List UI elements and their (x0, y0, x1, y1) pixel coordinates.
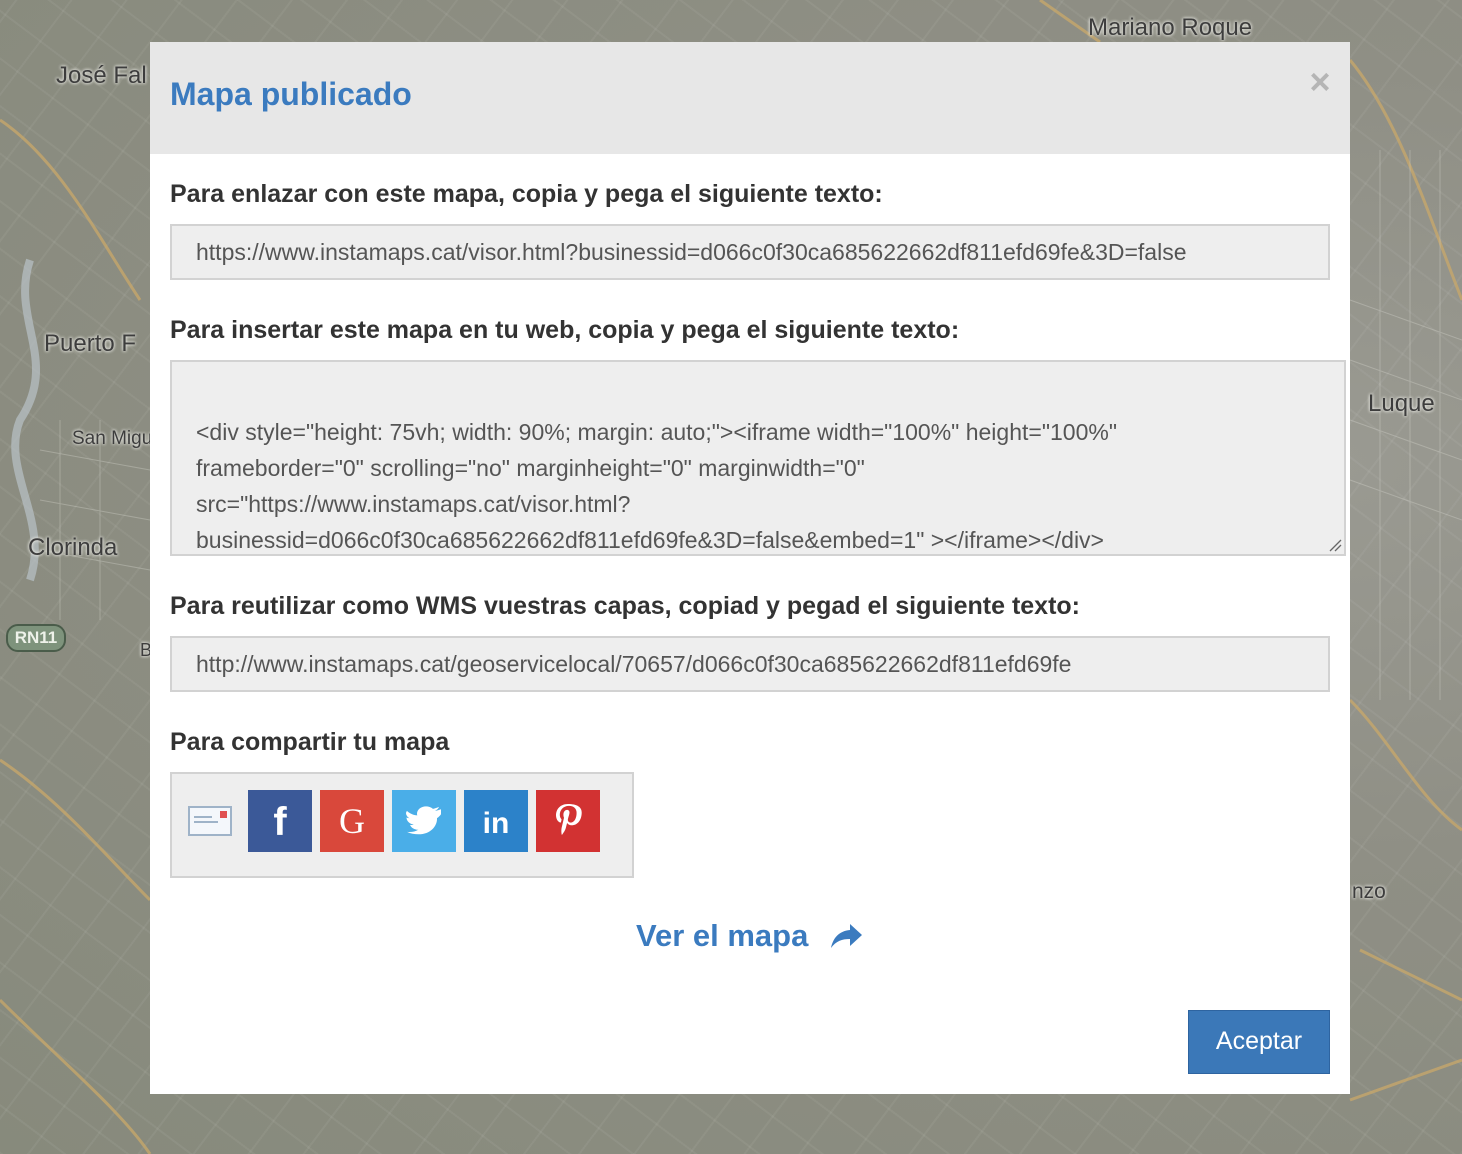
map-label-enzo: nzo (1352, 880, 1386, 903)
map-label-luque: Luque (1368, 390, 1435, 417)
wms-url-field[interactable]: http://www.instamaps.cat/geoservicelocal… (170, 636, 1330, 692)
map-label-jose-fal: José Fal (56, 62, 147, 89)
share-buttons-panel: f G in (170, 772, 634, 878)
twitter-icon (406, 806, 441, 835)
map-label-clorinda: Clorinda (28, 534, 118, 561)
share-section-label: Para compartir tu mapa (170, 728, 450, 756)
link-section-label: Para enlazar con este mapa, copia y pega… (170, 180, 883, 208)
embed-section-label: Para insertar este mapa en tu web, copia… (170, 316, 960, 344)
share-twitter-button[interactable] (392, 790, 456, 852)
share-email-button[interactable] (178, 790, 242, 852)
linkedin-icon: in (483, 807, 510, 838)
svg-text:f: f (273, 801, 287, 841)
embed-code-text: <div style="height: 75vh; width: 90%; ma… (196, 419, 1117, 553)
route-badge: RN11 (6, 624, 66, 652)
svg-text:G: G (339, 801, 365, 841)
accept-button[interactable]: Aceptar (1188, 1010, 1330, 1074)
svg-text:in: in (483, 807, 510, 838)
dialog-header: Mapa publicado × (150, 42, 1350, 154)
facebook-icon: f (273, 801, 287, 841)
share-arrow-icon[interactable] (830, 922, 864, 952)
embed-code-textarea[interactable]: <div style="height: 75vh; width: 90%; ma… (170, 360, 1346, 556)
map-label-san-miguel: San Migu (72, 428, 153, 449)
map-label-mariano-roque: Mariano Roque (1088, 14, 1253, 41)
share-linkedin-button[interactable]: in (464, 790, 528, 852)
share-google-button[interactable]: G (320, 790, 384, 852)
link-url-field[interactable]: https://www.instamaps.cat/visor.html?bus… (170, 224, 1330, 280)
resize-grip-icon[interactable] (1328, 538, 1342, 552)
map-label-puerto-f: Puerto F (44, 330, 137, 357)
share-pinterest-button[interactable] (536, 790, 600, 852)
email-icon (188, 806, 232, 836)
dialog-title: Mapa publicado (170, 76, 412, 112)
share-facebook-button[interactable]: f (248, 790, 312, 852)
view-map-link[interactable]: Ver el mapa (636, 918, 808, 954)
pinterest-icon (556, 804, 582, 835)
wms-section-label: Para reutilizar como WMS vuestras capas,… (170, 592, 1080, 620)
google-icon: G (339, 801, 365, 841)
close-icon[interactable]: × (1302, 64, 1338, 100)
publish-dialog: Mapa publicado × Para enlazar con este m… (150, 42, 1350, 1094)
